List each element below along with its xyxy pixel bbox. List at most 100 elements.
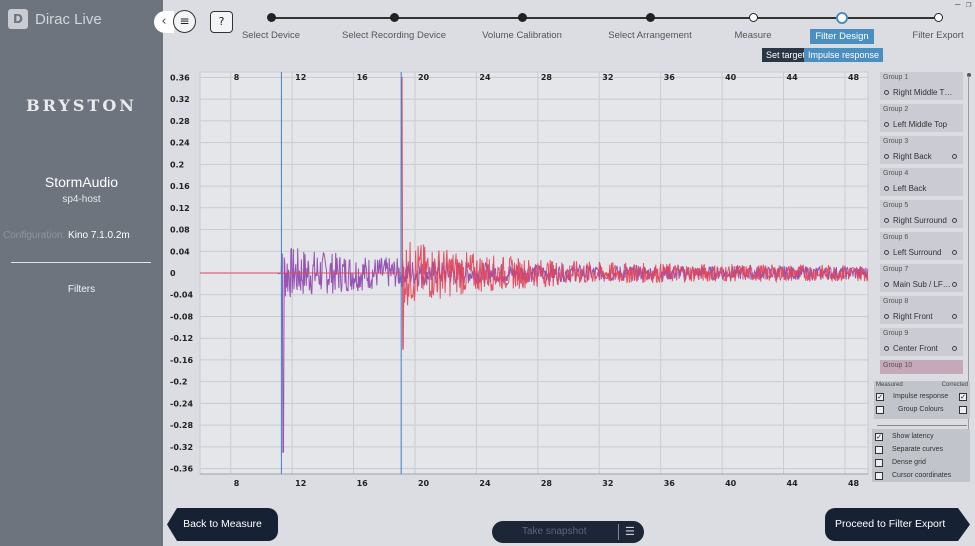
- group-channel[interactable]: Main Sub / LF…: [884, 280, 951, 289]
- y-tick-label: -0.28: [170, 421, 193, 430]
- radio-icon[interactable]: [884, 186, 889, 191]
- dense-grid-checkbox[interactable]: [875, 459, 883, 467]
- radio-icon[interactable]: [884, 282, 889, 287]
- group-channel-label: Left Middle Top: [893, 120, 948, 129]
- group-channel-label: Center Front: [893, 344, 938, 353]
- step-dot: [836, 11, 848, 24]
- radio-icon[interactable]: [952, 154, 957, 159]
- impulse-response-chart[interactable]: 0.36 0.32 0.28 0.24 0.2 0.16 0.12 0.08 0.04 0 -0.0…: [165, 68, 870, 488]
- corrected-impulse-checkbox[interactable]: ✓: [959, 393, 967, 401]
- x-tick-label-bottom: 16: [357, 479, 369, 488]
- show-latency-checkbox[interactable]: ✓: [875, 433, 883, 441]
- configuration-value[interactable]: Kino 7.1.0.2m: [68, 230, 130, 241]
- group-item[interactable]: Group 7 Main Sub / LF…: [880, 264, 963, 292]
- step-filter-export[interactable]: Filter Export: [873, 13, 975, 41]
- group-channel[interactable]: Right Front: [884, 312, 933, 321]
- minimize-icon[interactable]: –: [955, 0, 960, 10]
- y-tick-label: -0.04: [170, 291, 193, 300]
- group-title: Group 9: [883, 330, 909, 337]
- take-snapshot-button[interactable]: Take snapshot ☰: [492, 521, 644, 543]
- y-tick-label: -0.16: [170, 356, 193, 365]
- radio-icon[interactable]: [952, 218, 957, 223]
- group-item[interactable]: Group 3 Right Back: [880, 136, 963, 164]
- group-item[interactable]: Group 8 Right Front: [880, 296, 963, 324]
- group-channel-label: Left Back: [893, 184, 927, 193]
- radio-icon[interactable]: [952, 314, 957, 319]
- cursor-coordinates-label: Cursor coordinates: [892, 472, 952, 479]
- y-tick-label: 0.16: [170, 182, 190, 191]
- group-channel[interactable]: Left Surround: [884, 248, 941, 257]
- corrected-group-colours-checkbox[interactable]: [959, 406, 967, 414]
- tab-set-target[interactable]: Set target: [762, 48, 810, 62]
- step-label: Select Device: [241, 30, 301, 41]
- group-channel[interactable]: Left Middle Top: [884, 120, 947, 129]
- y-tick-label: 0: [170, 269, 176, 278]
- cursor-coordinates-checkbox[interactable]: [875, 472, 883, 480]
- step-select-device[interactable]: Select Device: [206, 13, 336, 41]
- step-select-recording-device[interactable]: Select Recording Device: [329, 13, 459, 41]
- group-channel[interactable]: Right Back: [884, 152, 932, 161]
- take-snapshot-label: Take snapshot: [522, 526, 587, 537]
- separate-curves-label: Separate curves: [892, 446, 943, 453]
- radio-icon[interactable]: [884, 122, 889, 127]
- x-tick-label-top: 28: [541, 73, 553, 82]
- group-item[interactable]: Group 5 Right Surround: [880, 200, 963, 228]
- x-tick-label-top: 20: [418, 73, 430, 82]
- scrollbar-track[interactable]: [968, 76, 969, 481]
- y-tick-label: 0.24: [170, 139, 190, 148]
- y-tick-label: -0.32: [170, 443, 193, 452]
- radio-icon[interactable]: [884, 90, 889, 95]
- group-channel[interactable]: Center Front: [884, 344, 938, 353]
- group-channel[interactable]: Right Surround: [884, 216, 947, 225]
- x-tick-label-bottom: 36: [664, 479, 676, 488]
- step-label: Volume Calibration: [482, 30, 562, 41]
- x-tick-label-bottom: 24: [479, 479, 491, 488]
- radio-icon[interactable]: [884, 314, 889, 319]
- group-channel-label: Right Front: [893, 312, 933, 321]
- dirac-live-window: D Dirac Live BRYSTON StormAudio sp4-host…: [0, 0, 975, 546]
- x-tick-label-top: 12: [295, 73, 306, 82]
- radio-icon[interactable]: [884, 250, 889, 255]
- group-title: Group 5: [883, 202, 909, 209]
- group-item[interactable]: Group 6 Left Surround: [880, 232, 963, 260]
- restore-icon[interactable]: ❐: [966, 0, 971, 10]
- radio-icon[interactable]: [952, 250, 957, 255]
- legend-divider: [877, 425, 967, 426]
- y-tick-label: 0.32: [170, 95, 190, 104]
- brand-logo: BRYSTON: [26, 96, 137, 115]
- group-channel[interactable]: Left Back: [884, 184, 926, 193]
- x-tick-label-bottom: 40: [725, 479, 737, 488]
- group-item[interactable]: Group 1 Right Middle T…: [880, 72, 963, 100]
- step-volume-calibration[interactable]: Volume Calibration: [457, 13, 587, 41]
- x-tick-label-top: 8: [234, 73, 240, 82]
- radio-icon[interactable]: [952, 346, 957, 351]
- snapshot-list-icon[interactable]: ☰: [625, 521, 635, 543]
- group-channel-label: Left Surround: [893, 248, 942, 257]
- back-to-measure-button[interactable]: Back to Measure: [167, 508, 278, 541]
- radio-icon[interactable]: [884, 346, 889, 351]
- y-tick-label: 0.08: [170, 226, 190, 235]
- menu-icon[interactable]: ≡: [173, 10, 196, 33]
- radio-icon[interactable]: [884, 154, 889, 159]
- x-tick-label-top: 44: [787, 73, 799, 82]
- collapse-sidebar-icon[interactable]: ‹: [154, 11, 174, 33]
- group-channel[interactable]: Right Middle T…: [884, 88, 952, 97]
- dirac-logo-icon: D: [8, 9, 28, 29]
- y-tick-label: -0.08: [170, 312, 193, 321]
- group-item[interactable]: Group 9 Center Front: [880, 328, 963, 356]
- measured-group-colours-checkbox[interactable]: [876, 406, 884, 414]
- group-item[interactable]: Group 10: [880, 360, 963, 374]
- y-tick-label: 0.12: [170, 204, 190, 213]
- tab-impulse-response[interactable]: Impulse response: [804, 48, 884, 62]
- measured-impulse-checkbox[interactable]: ✓: [876, 393, 884, 401]
- radio-icon[interactable]: [952, 282, 957, 287]
- radio-icon[interactable]: [884, 218, 889, 223]
- step-dot: [748, 13, 758, 22]
- proceed-to-filter-export-button[interactable]: Proceed to Filter Export: [825, 508, 970, 541]
- x-tick-label-bottom: 48: [848, 479, 860, 488]
- device-host: sp4-host: [62, 194, 101, 205]
- group-item[interactable]: Group 4 Left Back: [880, 168, 963, 196]
- sidebar-item-filters[interactable]: Filters: [0, 284, 163, 295]
- group-item[interactable]: Group 2 Left Middle Top: [880, 104, 963, 132]
- separate-curves-checkbox[interactable]: [875, 446, 883, 454]
